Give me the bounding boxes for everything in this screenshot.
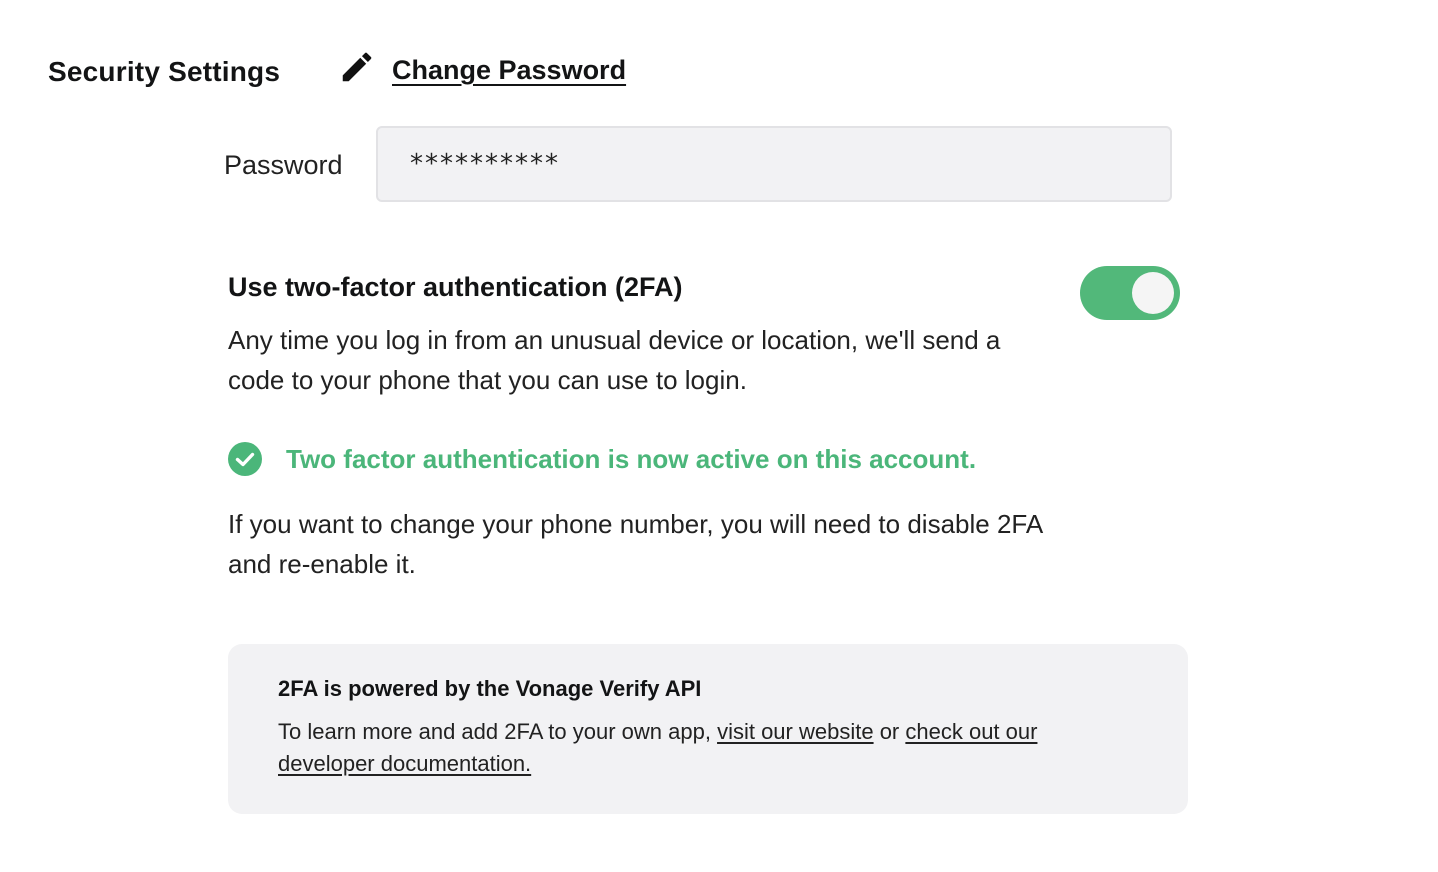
change-password-link[interactable]: Change Password: [392, 55, 626, 86]
password-label: Password: [224, 150, 343, 180]
toggle-knob: [1132, 272, 1174, 314]
two-factor-toggle[interactable]: [1080, 266, 1180, 320]
info-box-title: 2FA is powered by the Vonage Verify API: [278, 676, 702, 701]
two-factor-status: Two factor authentication is now active …: [228, 442, 976, 476]
phone-change-note: If you want to change your phone number,…: [228, 509, 1042, 579]
two-factor-description: Any time you log in from an unusual devi…: [228, 325, 1001, 395]
status-text: Two factor authentication is now active …: [286, 443, 977, 474]
password-field[interactable]: **********: [376, 126, 1172, 202]
page-title: Security Settings: [48, 56, 281, 87]
check-circle-icon: [228, 442, 262, 476]
info-text-between: or: [873, 719, 906, 744]
info-box: 2FA is powered by the Vonage Verify API …: [228, 644, 1188, 814]
info-text-before: To learn more and add 2FA to your own ap…: [278, 719, 718, 744]
info-box-body: To learn more and add 2FA to your own ap…: [278, 716, 1118, 780]
change-password-button[interactable]: Change Password: [338, 48, 626, 86]
visit-website-link[interactable]: visit our website: [717, 719, 874, 744]
two-factor-heading: Use two-factor authentication (2FA): [228, 272, 683, 302]
pencil-icon: [338, 48, 376, 86]
